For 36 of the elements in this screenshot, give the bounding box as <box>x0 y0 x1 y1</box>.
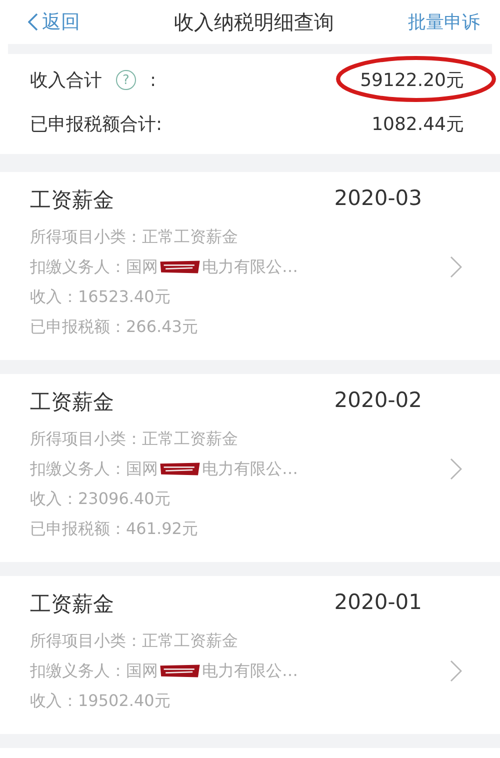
page-title: 收入纳税明细查询 <box>173 8 335 36</box>
record-subtype: 所得项目小类：正常工资薪金 <box>30 428 239 450</box>
back-icon <box>28 13 38 31</box>
record-income: 收入：19502.40元 <box>30 690 172 712</box>
payer-name: 国网 <box>126 256 158 278</box>
payer-label: 扣缴义务人： <box>30 458 126 480</box>
record-tax: 已申报税额：266.43元 <box>30 316 199 338</box>
record-subtype: 所得项目小类：正常工资薪金 <box>30 630 239 652</box>
colon: : <box>150 70 156 90</box>
payer-name: 电力有限公… <box>202 660 298 682</box>
record-income: 收入：23096.40元 <box>30 488 172 510</box>
record-income: 收入：16523.40元 <box>30 286 172 308</box>
income-total-label: 收入合计 <box>30 69 102 92</box>
record-type: 工资薪金 <box>30 389 114 416</box>
record-type: 工资薪金 <box>30 187 114 214</box>
record-subtype: 所得项目小类：正常工资薪金 <box>30 226 239 248</box>
payer-name: 国网 <box>126 660 158 682</box>
record-tax: 已申报税额：461.92元 <box>30 518 199 540</box>
chevron-right-icon[interactable] <box>450 256 462 278</box>
payer-name: 电力有限公… <box>202 256 298 278</box>
record-type: 工资薪金 <box>30 591 114 618</box>
batch-appeal-link[interactable]: 批量申诉 <box>370 10 480 34</box>
tax-total-label: 已申报税额合计: <box>30 113 162 136</box>
record-period: 2020-02 <box>334 388 422 414</box>
payer-label: 扣缴义务人： <box>30 256 126 278</box>
payer-name: 电力有限公… <box>202 458 298 480</box>
income-total-value: 59122.20元 <box>360 70 464 91</box>
back-link[interactable]: 返回 <box>28 9 138 35</box>
help-icon[interactable]: ? <box>116 70 136 90</box>
payer-label: 扣缴义务人： <box>30 660 126 682</box>
record-period: 2020-01 <box>334 590 422 616</box>
chevron-right-icon[interactable] <box>450 660 462 682</box>
record-period: 2020-03 <box>334 186 422 212</box>
payer-name: 国网 <box>126 458 158 480</box>
tax-total-value: 1082.44元 <box>372 113 465 136</box>
chevron-right-icon[interactable] <box>450 458 462 480</box>
